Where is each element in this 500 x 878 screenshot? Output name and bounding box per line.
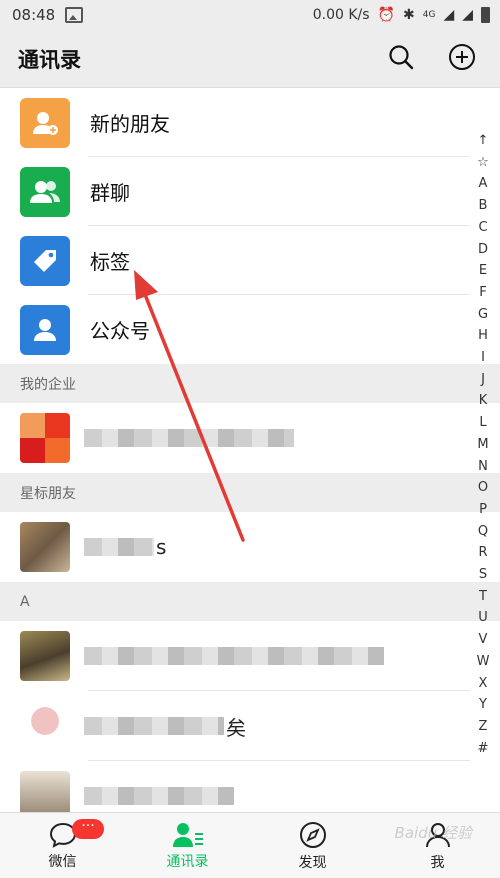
add-friend-icon bbox=[20, 97, 70, 148]
section-header-starred: 星标朋友 bbox=[0, 473, 500, 512]
contact-item-a2[interactable]: 矣 bbox=[0, 691, 500, 761]
index-letter[interactable]: R bbox=[478, 542, 487, 564]
tab-me-label: 我 bbox=[430, 854, 445, 871]
index-letter[interactable]: B bbox=[479, 195, 488, 217]
index-letter[interactable]: P bbox=[479, 499, 487, 521]
header-actions bbox=[388, 43, 476, 75]
avatar bbox=[20, 522, 70, 572]
signal-icon-2: ◢ bbox=[462, 7, 473, 23]
gallery-notification-icon bbox=[65, 7, 84, 23]
tag-icon bbox=[20, 235, 70, 286]
signal-icon: ◢ bbox=[443, 7, 455, 23]
new-friends-item[interactable]: 新的朋友 bbox=[0, 88, 500, 157]
index-letter[interactable]: W bbox=[477, 651, 490, 673]
index-letter[interactable]: U bbox=[478, 607, 488, 629]
index-letter[interactable]: N bbox=[478, 456, 488, 478]
tab-contacts-label: 通讯录 bbox=[166, 853, 209, 870]
index-letter[interactable]: X bbox=[479, 673, 488, 695]
index-letter[interactable]: Y bbox=[479, 694, 487, 716]
tab-discover-label: 发现 bbox=[298, 854, 327, 871]
contacts-list: 新的朋友 群聊 标签 公众号 我的企业 星标朋友 s A 矣 bbox=[0, 88, 500, 831]
index-letter[interactable]: ☆ bbox=[477, 152, 489, 174]
index-letter[interactable]: ↑ bbox=[478, 130, 489, 152]
new-friends-label: 新的朋友 bbox=[90, 112, 170, 136]
contact-item-enterprise[interactable] bbox=[0, 403, 500, 473]
contacts-icon bbox=[172, 822, 203, 847]
index-letter[interactable]: F bbox=[479, 282, 486, 304]
index-letter[interactable]: O bbox=[478, 477, 488, 499]
tags-label: 标签 bbox=[90, 250, 130, 274]
battery-icon bbox=[481, 7, 490, 23]
group-chats-label: 群聊 bbox=[90, 181, 130, 205]
network-speed: 0.00 K/s bbox=[312, 7, 370, 23]
official-account-icon bbox=[20, 304, 70, 355]
alarm-icon: ⏰ bbox=[377, 7, 395, 23]
avatar bbox=[20, 701, 70, 751]
index-letter[interactable]: V bbox=[479, 629, 488, 651]
index-letter[interactable]: G bbox=[478, 304, 488, 326]
page-title: 通讯录 bbox=[18, 47, 81, 72]
group-chats-item[interactable]: 群聊 bbox=[0, 157, 500, 226]
index-letter[interactable]: D bbox=[478, 239, 488, 261]
avatar bbox=[20, 631, 70, 681]
compass-icon bbox=[299, 821, 326, 848]
tab-chats[interactable]: ··· 微信 bbox=[0, 813, 125, 878]
index-letter[interactable]: M bbox=[477, 434, 488, 456]
bluetooth-icon: ✱ bbox=[403, 7, 415, 23]
status-right: 0.00 K/s ⏰ ✱ 4G ◢ ◢ bbox=[313, 7, 490, 23]
index-letter[interactable]: L bbox=[479, 412, 486, 434]
section-header-a: A bbox=[0, 582, 500, 621]
index-letter[interactable]: S bbox=[479, 564, 487, 586]
blurred-name bbox=[84, 787, 234, 805]
index-letter[interactable]: H bbox=[478, 325, 488, 347]
index-letter[interactable]: Z bbox=[479, 716, 488, 738]
unread-badge: ··· bbox=[72, 819, 104, 839]
alphabet-index[interactable]: ↑ ☆ A B C D E F G H I J K L M N O P Q R S T U V W X Y Z # bbox=[472, 130, 494, 759]
index-letter[interactable]: A bbox=[479, 173, 488, 195]
top-bar: 通讯录 bbox=[0, 30, 500, 88]
blurred-name bbox=[84, 538, 154, 556]
index-letter[interactable]: # bbox=[478, 738, 489, 760]
tab-discover[interactable]: 发现 bbox=[250, 813, 375, 878]
watermark: Baidu 经验 bbox=[394, 824, 472, 842]
index-letter[interactable]: J bbox=[481, 369, 485, 391]
contact-item-a1[interactable] bbox=[0, 621, 500, 691]
blurred-name bbox=[84, 647, 384, 665]
contact-item-starred[interactable]: s bbox=[0, 512, 500, 582]
contact-name-tail: s bbox=[156, 535, 167, 559]
avatar bbox=[20, 413, 70, 463]
index-letter[interactable]: I bbox=[481, 347, 485, 369]
search-icon[interactable] bbox=[388, 44, 414, 74]
add-icon[interactable] bbox=[448, 43, 476, 75]
tab-chats-label: 微信 bbox=[48, 853, 77, 870]
contact-name-tail: 矣 bbox=[226, 715, 246, 740]
index-letter[interactable]: T bbox=[479, 586, 487, 608]
official-accounts-item[interactable]: 公众号 bbox=[0, 295, 500, 364]
group-chat-icon bbox=[20, 166, 70, 217]
section-header-enterprise: 我的企业 bbox=[0, 364, 500, 403]
official-accounts-label: 公众号 bbox=[90, 319, 150, 343]
blurred-name bbox=[84, 717, 224, 735]
network-type: 4G bbox=[422, 10, 436, 20]
index-letter[interactable]: E bbox=[479, 260, 487, 282]
tab-contacts[interactable]: 通讯录 bbox=[125, 813, 250, 878]
status-bar: 08:48 0.00 K/s ⏰ ✱ 4G ◢ ◢ bbox=[0, 0, 500, 30]
status-time: 08:48 bbox=[12, 6, 56, 24]
blurred-name bbox=[84, 429, 294, 447]
index-letter[interactable]: Q bbox=[478, 521, 488, 543]
tags-item[interactable]: 标签 bbox=[0, 226, 500, 295]
index-letter[interactable]: K bbox=[479, 390, 488, 412]
index-letter[interactable]: C bbox=[478, 217, 487, 239]
